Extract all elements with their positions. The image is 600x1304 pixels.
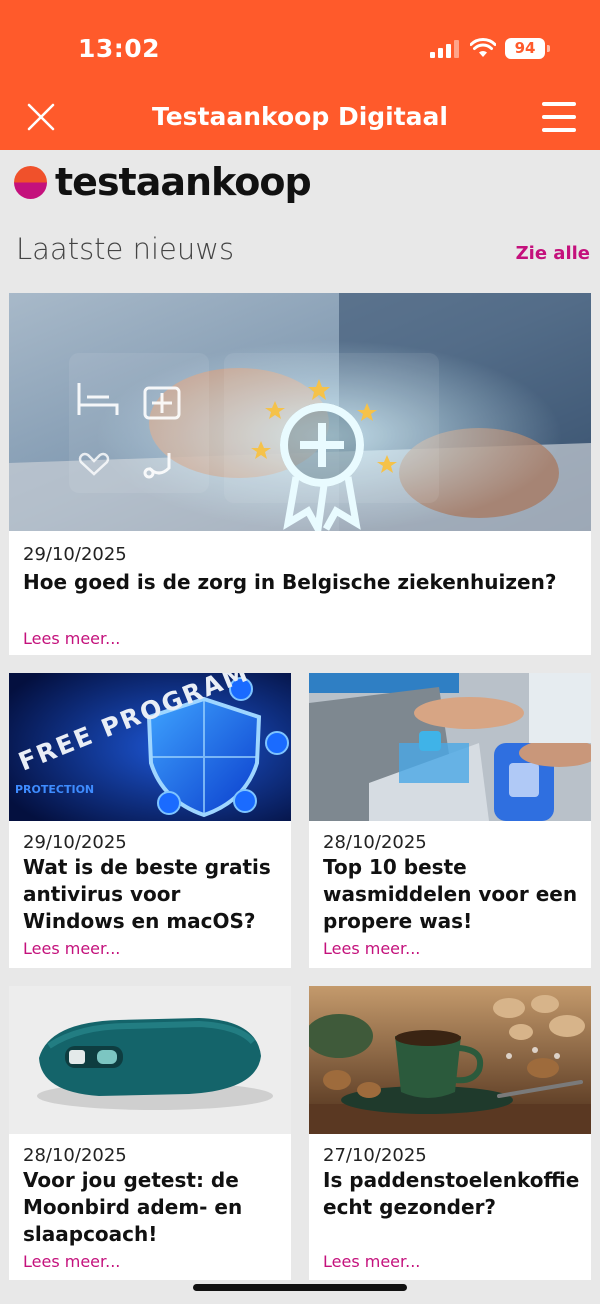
moonbird-device-image [9,986,291,1134]
cellular-signal-icon [430,40,460,58]
see-all-link[interactable]: Zie alle [516,243,590,264]
article-date: 28/10/2025 [23,1145,127,1166]
article-date: 29/10/2025 [23,832,127,853]
article-date: 29/10/2025 [23,544,127,565]
read-more-link[interactable]: Lees meer... [323,939,420,958]
battery-indicator: 94 [505,38,550,59]
home-indicator[interactable] [193,1284,407,1291]
free-antivirus-shield-image: FREE PROGRAM PROTECTION [9,673,291,821]
read-more-link[interactable]: Lees meer... [23,1252,120,1271]
logo-mark-icon [14,165,47,199]
status-time: 13:02 [78,34,161,63]
laundry-detergent-image [309,673,591,821]
wifi-icon [470,38,496,57]
hospital-care-award-image [9,293,591,531]
app-header: 13:02 94 Testaankoop Digitaal [0,0,600,150]
article-date: 28/10/2025 [323,832,427,853]
article-date: 27/10/2025 [323,1145,427,1166]
news-card[interactable]: 28/10/2025 Voor jou getest: de Moonbird … [9,986,291,1280]
read-more-link[interactable]: Lees meer... [23,629,120,648]
news-card[interactable]: 27/10/2025 Is paddenstoelenkoffie echt g… [309,986,591,1280]
article-title[interactable]: Wat is de beste gratis antivirus voor Wi… [23,854,281,935]
section-title: Laatste nieuws [16,232,235,266]
mushroom-coffee-image [309,986,591,1134]
news-card[interactable]: FREE PROGRAM PROTECTION 29/10/2025 Wat i… [9,673,291,968]
testaankoop-logo[interactable]: testaankoop [14,160,312,204]
article-title[interactable]: Voor jou getest: de Moonbird adem- en sl… [23,1167,281,1248]
news-card[interactable]: 28/10/2025 Top 10 beste wasmiddelen voor… [309,673,591,968]
news-card-featured[interactable]: 29/10/2025 Hoe goed is de zorg in Belgis… [9,293,591,655]
image-text-protection: PROTECTION [15,783,94,796]
hamburger-menu-icon[interactable] [542,102,578,132]
read-more-link[interactable]: Lees meer... [323,1252,420,1271]
page-title: Testaankoop Digitaal [151,102,448,131]
logo-text: testaankoop [55,160,312,204]
read-more-link[interactable]: Lees meer... [23,939,120,958]
article-title[interactable]: Hoe goed is de zorg in Belgische ziekenh… [23,569,581,596]
article-title[interactable]: Is paddenstoelenkoffie echt gezonder? [323,1167,581,1221]
article-title[interactable]: Top 10 beste wasmiddelen voor een proper… [323,854,581,935]
